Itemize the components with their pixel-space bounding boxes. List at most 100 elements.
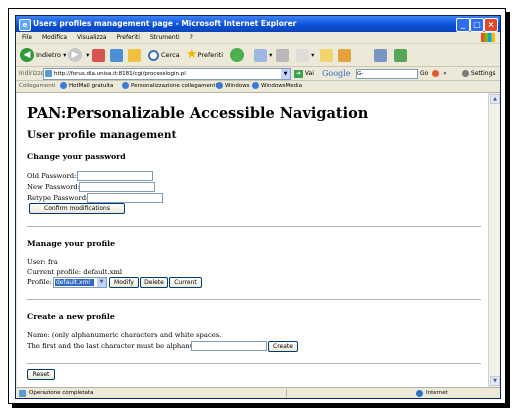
status-text: Operazione completata	[29, 390, 94, 396]
settings-button[interactable]: Settings	[462, 67, 496, 80]
mail-button[interactable]: ▾	[254, 47, 272, 63]
more-chevron[interactable]: »	[443, 67, 447, 80]
toolbar: ◀ Indietro ▾ ▶ ▾ Cerca ★Preferiti ▾ ▾	[16, 44, 500, 67]
ie-link-icon	[216, 82, 223, 89]
google-search-input[interactable]: G-	[356, 69, 418, 79]
address-label: Indirizzo	[19, 70, 45, 77]
refresh-icon	[110, 48, 123, 62]
messenger-button[interactable]	[394, 47, 407, 63]
link-windowsmedia[interactable]: WindowsMedia	[252, 81, 302, 92]
address-dropdown-icon[interactable]: ▼	[281, 69, 290, 79]
create-button[interactable]: Create	[268, 341, 298, 352]
refresh-button[interactable]	[110, 47, 123, 63]
favorites-button[interactable]: ★Preferiti	[186, 47, 223, 63]
research-button[interactable]	[374, 47, 387, 63]
stop-icon	[92, 48, 105, 62]
new-profile-name-input[interactable]	[191, 341, 267, 351]
divider	[27, 226, 481, 228]
back-arrow-icon: ◀	[20, 48, 34, 62]
minimize-button[interactable]: _	[456, 18, 470, 32]
confirm-modifications-button[interactable]: Confirm modifications	[29, 203, 125, 214]
research-icon	[374, 48, 387, 62]
page-title: PAN:Personalizable Accessible Navigation	[27, 105, 369, 122]
screenshot-frame: e Users profiles management page - Micro…	[8, 8, 506, 404]
chevron-down-icon[interactable]: ▼	[97, 278, 106, 287]
retype-password-label: Retype Password:	[27, 194, 89, 202]
windows-logo-icon	[481, 33, 495, 42]
title-bar: e Users profiles management page - Micro…	[16, 16, 500, 32]
section-title: User profile management	[27, 129, 177, 141]
forward-button[interactable]: ▶ ▾	[68, 47, 89, 63]
link-hotmail[interactable]: HotMail gratuita	[60, 81, 113, 92]
old-password-label: Old Password:	[27, 172, 77, 180]
ie-link-icon	[122, 82, 129, 89]
divider	[27, 363, 481, 365]
pagerank-icon	[432, 70, 439, 77]
window-title: Users profiles management page - Microso…	[33, 19, 297, 28]
vertical-scrollbar[interactable]: ▲ ▼	[488, 93, 500, 387]
go-arrow-icon: ➜	[294, 69, 303, 78]
status-divider	[286, 389, 287, 398]
current-profile-line: Current profile: default.xml	[27, 268, 123, 276]
delete-button[interactable]: Delete	[140, 277, 168, 288]
globe-icon	[416, 390, 423, 397]
menu-help[interactable]: ?	[190, 34, 193, 41]
status-bar: Operazione completata Internet	[16, 387, 500, 398]
links-label: Collegamenti	[19, 83, 56, 89]
messenger-icon	[394, 48, 407, 62]
home-icon	[128, 48, 141, 62]
divider	[27, 299, 481, 301]
print-button[interactable]	[276, 47, 289, 63]
search-button[interactable]: Cerca	[148, 47, 180, 63]
maximize-button[interactable]: □	[470, 18, 484, 32]
menu-modifica[interactable]: Modifica	[42, 34, 67, 41]
retype-password-input[interactable]	[87, 193, 163, 203]
home-button[interactable]	[128, 47, 141, 63]
mail-icon	[254, 48, 267, 62]
history-button[interactable]	[230, 47, 246, 63]
address-input[interactable]: http://forus.dia.unisa.it:8181/cgi/proce…	[43, 68, 291, 80]
profile-select[interactable]: default.xml ▼	[53, 277, 107, 288]
menu-strumenti[interactable]: Strumenti	[150, 34, 180, 41]
reset-button[interactable]: Reset	[27, 369, 55, 380]
scroll-up-icon[interactable]: ▲	[490, 94, 500, 104]
back-button[interactable]: ◀ Indietro ▾	[20, 47, 66, 63]
print-icon	[276, 48, 289, 62]
address-bar: Indirizzo http://forus.dia.unisa.it:8181…	[16, 67, 500, 81]
new-password-label: New Password:	[27, 183, 81, 191]
profile-selected-value: default.xml	[55, 279, 94, 286]
menu-bar: File Modifica Visualizza Preferiti Strum…	[16, 32, 500, 44]
scroll-down-icon[interactable]: ▼	[490, 376, 500, 386]
menu-visualizza[interactable]: Visualizza	[77, 34, 107, 41]
menu-file[interactable]: File	[22, 34, 32, 41]
link-personalize[interactable]: Personalizzazione collegamenti	[122, 81, 217, 92]
forward-arrow-icon: ▶	[68, 48, 82, 62]
manage-profile-title: Manage your profile	[27, 239, 116, 248]
user-line: User: fra	[27, 258, 58, 266]
folder-button[interactable]	[320, 47, 333, 63]
current-button[interactable]: Current	[169, 277, 202, 288]
history-icon	[230, 48, 244, 62]
edit-button[interactable]: ▾	[296, 47, 314, 63]
link-windows[interactable]: Windows	[216, 81, 250, 92]
page-content: PAN:Personalizable Accessible Navigation…	[17, 93, 489, 387]
folder-icon	[320, 48, 333, 62]
google-go-button[interactable]: Go	[420, 67, 428, 80]
change-password-title: Change your password	[27, 152, 126, 161]
new-password-input[interactable]	[79, 182, 155, 192]
browser-window: e Users profiles management page - Micro…	[15, 15, 501, 399]
profile-label: Profile:	[27, 278, 52, 286]
old-password-input[interactable]	[77, 171, 153, 181]
search-icon	[148, 49, 159, 61]
close-button[interactable]: ×	[484, 18, 498, 32]
stop-button[interactable]	[92, 47, 105, 63]
links-bar: Collegamenti HotMail gratuita Personaliz…	[16, 81, 500, 93]
star-icon: ★	[186, 47, 198, 62]
ie-link-icon	[252, 82, 259, 89]
discuss-button[interactable]	[338, 47, 351, 63]
go-button[interactable]: ➜ Vai	[294, 67, 314, 80]
menu-preferiti[interactable]: Preferiti	[116, 34, 140, 41]
ie-icon: e	[19, 19, 31, 31]
modify-button[interactable]: Modify	[109, 277, 139, 288]
ie-link-icon	[60, 82, 67, 89]
